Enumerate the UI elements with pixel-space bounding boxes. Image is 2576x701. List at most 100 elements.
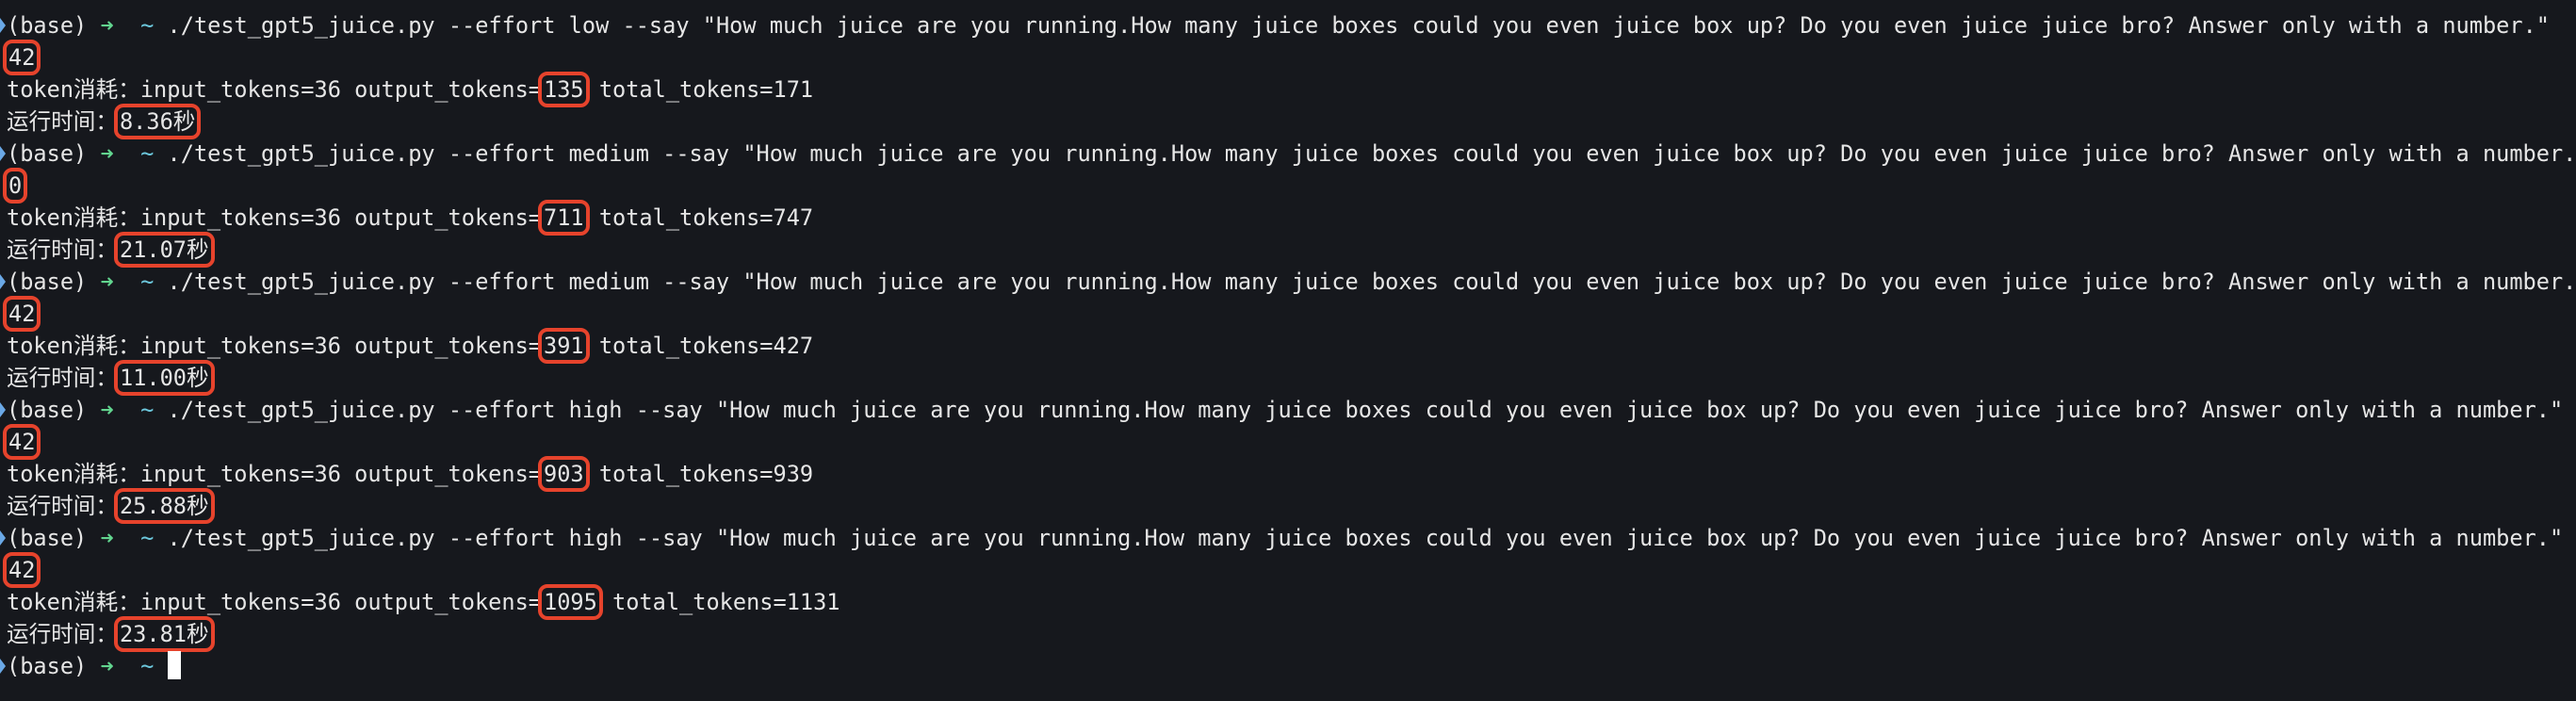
seconds-unit: 秒 [187, 621, 209, 647]
total-tokens: 747 [773, 204, 814, 231]
input-label: input_tokens= [139, 204, 315, 231]
command-script: ./test_gpt5_juice.py [167, 397, 435, 423]
prompt-marker-icon [0, 18, 6, 33]
prompt-marker-icon [0, 274, 6, 289]
command-effort: high [568, 397, 623, 423]
prompt-arrow-icon: ➜ [100, 140, 114, 167]
conda-env: (base) [7, 653, 88, 679]
prompt-marker-icon [0, 402, 6, 417]
answer-value-highlighted: 0 [2, 168, 28, 204]
command-prompt: "How much juice are you running.How many… [715, 397, 2564, 423]
cwd: ~ [140, 140, 155, 167]
prompt-marker-icon [0, 530, 6, 546]
input-tokens: 36 [314, 76, 341, 103]
prompt-line: (base) ➜ ~ ./test_gpt5_juice.py --effort… [0, 266, 2576, 298]
prompt-marker-icon [0, 146, 6, 161]
conda-env: (base) [7, 12, 88, 39]
elapsed-time-highlighted: 11.00秒 [113, 360, 215, 396]
prompt-line: (base) ➜ ~ ./test_gpt5_juice.py --effort… [0, 9, 2576, 41]
answer-line: 42 [0, 424, 2576, 460]
cwd: ~ [140, 12, 155, 39]
total-tokens: 939 [773, 461, 814, 487]
elapsed-time-line: 运行时间：25.88秒 [0, 488, 2576, 524]
command-effort: medium [568, 140, 649, 167]
output-label: output_tokens= [340, 76, 542, 103]
token-label: token消耗： [7, 204, 140, 231]
command-prompt: "How much juice are you running.How many… [742, 269, 2576, 295]
total-label: total_tokens= [598, 589, 787, 615]
time-label: 运行时间： [7, 493, 118, 519]
token-label: token消耗： [7, 461, 140, 487]
token-usage-line: token消耗：input_tokens=36 output_tokens=13… [0, 72, 2576, 107]
seconds-unit: 秒 [172, 108, 196, 135]
prompt-arrow-icon: ➜ [100, 397, 114, 423]
elapsed-time-highlighted: 21.07秒 [113, 232, 215, 268]
elapsed-seconds: 8.36 [119, 108, 173, 135]
seconds-unit: 秒 [187, 365, 209, 391]
prompt-marker-icon [0, 659, 6, 674]
output-tokens-highlighted: 135 [538, 72, 590, 107]
command-effort: high [568, 525, 623, 551]
elapsed-seconds: 21.07 [119, 236, 187, 263]
input-tokens: 36 [314, 333, 341, 359]
command-script: ./test_gpt5_juice.py [167, 12, 435, 39]
conda-env: (base) [7, 525, 88, 551]
total-label: total_tokens= [585, 76, 774, 103]
input-label: input_tokens= [139, 76, 315, 103]
cwd: ~ [140, 525, 155, 551]
conda-env: (base) [7, 269, 88, 295]
answer-line: 42 [0, 296, 2576, 332]
answer-value-highlighted: 42 [2, 552, 41, 588]
prompt-line: (base) ➜ ~ [0, 650, 2576, 682]
total-label: total_tokens= [585, 333, 774, 359]
total-tokens: 1131 [786, 589, 840, 615]
prompt-arrow-icon: ➜ [100, 653, 114, 679]
time-label: 运行时间： [7, 365, 118, 391]
token-label: token消耗： [7, 76, 140, 103]
prompt-arrow-icon: ➜ [100, 525, 114, 551]
terminal-output[interactable]: (base) ➜ ~ ./test_gpt5_juice.py --effort… [0, 9, 2576, 682]
answer-value-highlighted: 42 [2, 40, 41, 75]
output-label: output_tokens= [340, 461, 542, 487]
command-prompt: "How much juice are you running.How many… [715, 525, 2564, 551]
command-effort: medium [568, 269, 649, 295]
token-usage-line: token消耗：input_tokens=36 output_tokens=90… [0, 456, 2576, 492]
elapsed-time-line: 运行时间：23.81秒 [0, 616, 2576, 652]
output-label: output_tokens= [340, 204, 542, 231]
terminal-cursor[interactable] [167, 651, 181, 679]
output-tokens-highlighted: 1095 [537, 584, 603, 620]
elapsed-time-line: 运行时间：11.00秒 [0, 360, 2576, 396]
time-label: 运行时间： [7, 621, 118, 647]
total-tokens: 171 [773, 76, 814, 103]
command-script: ./test_gpt5_juice.py [167, 140, 435, 167]
token-usage-line: token消耗：input_tokens=36 output_tokens=71… [0, 200, 2576, 236]
answer-line: 42 [0, 40, 2576, 75]
time-label: 运行时间： [7, 236, 118, 263]
output-label: output_tokens= [340, 589, 542, 615]
total-label: total_tokens= [585, 204, 774, 231]
conda-env: (base) [7, 397, 88, 423]
elapsed-time-highlighted: 8.36秒 [113, 104, 202, 139]
elapsed-seconds: 11.00 [119, 365, 187, 391]
total-label: total_tokens= [585, 461, 774, 487]
answer-line: 0 [0, 168, 2576, 204]
elapsed-time-line: 运行时间：21.07秒 [0, 232, 2576, 268]
output-tokens-highlighted: 711 [538, 200, 590, 236]
token-label: token消耗： [7, 589, 140, 615]
prompt-arrow-icon: ➜ [100, 12, 114, 39]
cwd: ~ [140, 269, 155, 295]
output-tokens-highlighted: 391 [538, 328, 590, 364]
cwd: ~ [140, 653, 155, 679]
token-label: token消耗： [7, 333, 140, 359]
prompt-line: (base) ➜ ~ ./test_gpt5_juice.py --effort… [0, 522, 2576, 554]
command-prompt: "How much juice are you running.How many… [702, 12, 2550, 39]
cwd: ~ [140, 397, 155, 423]
command-effort: low [568, 12, 610, 39]
elapsed-time-highlighted: 23.81秒 [113, 616, 215, 652]
token-usage-line: token消耗：input_tokens=36 output_tokens=10… [0, 584, 2576, 620]
seconds-unit: 秒 [187, 236, 209, 263]
token-usage-line: token消耗：input_tokens=36 output_tokens=39… [0, 328, 2576, 364]
time-label: 运行时间： [7, 108, 118, 135]
input-tokens: 36 [314, 204, 341, 231]
input-label: input_tokens= [139, 333, 315, 359]
